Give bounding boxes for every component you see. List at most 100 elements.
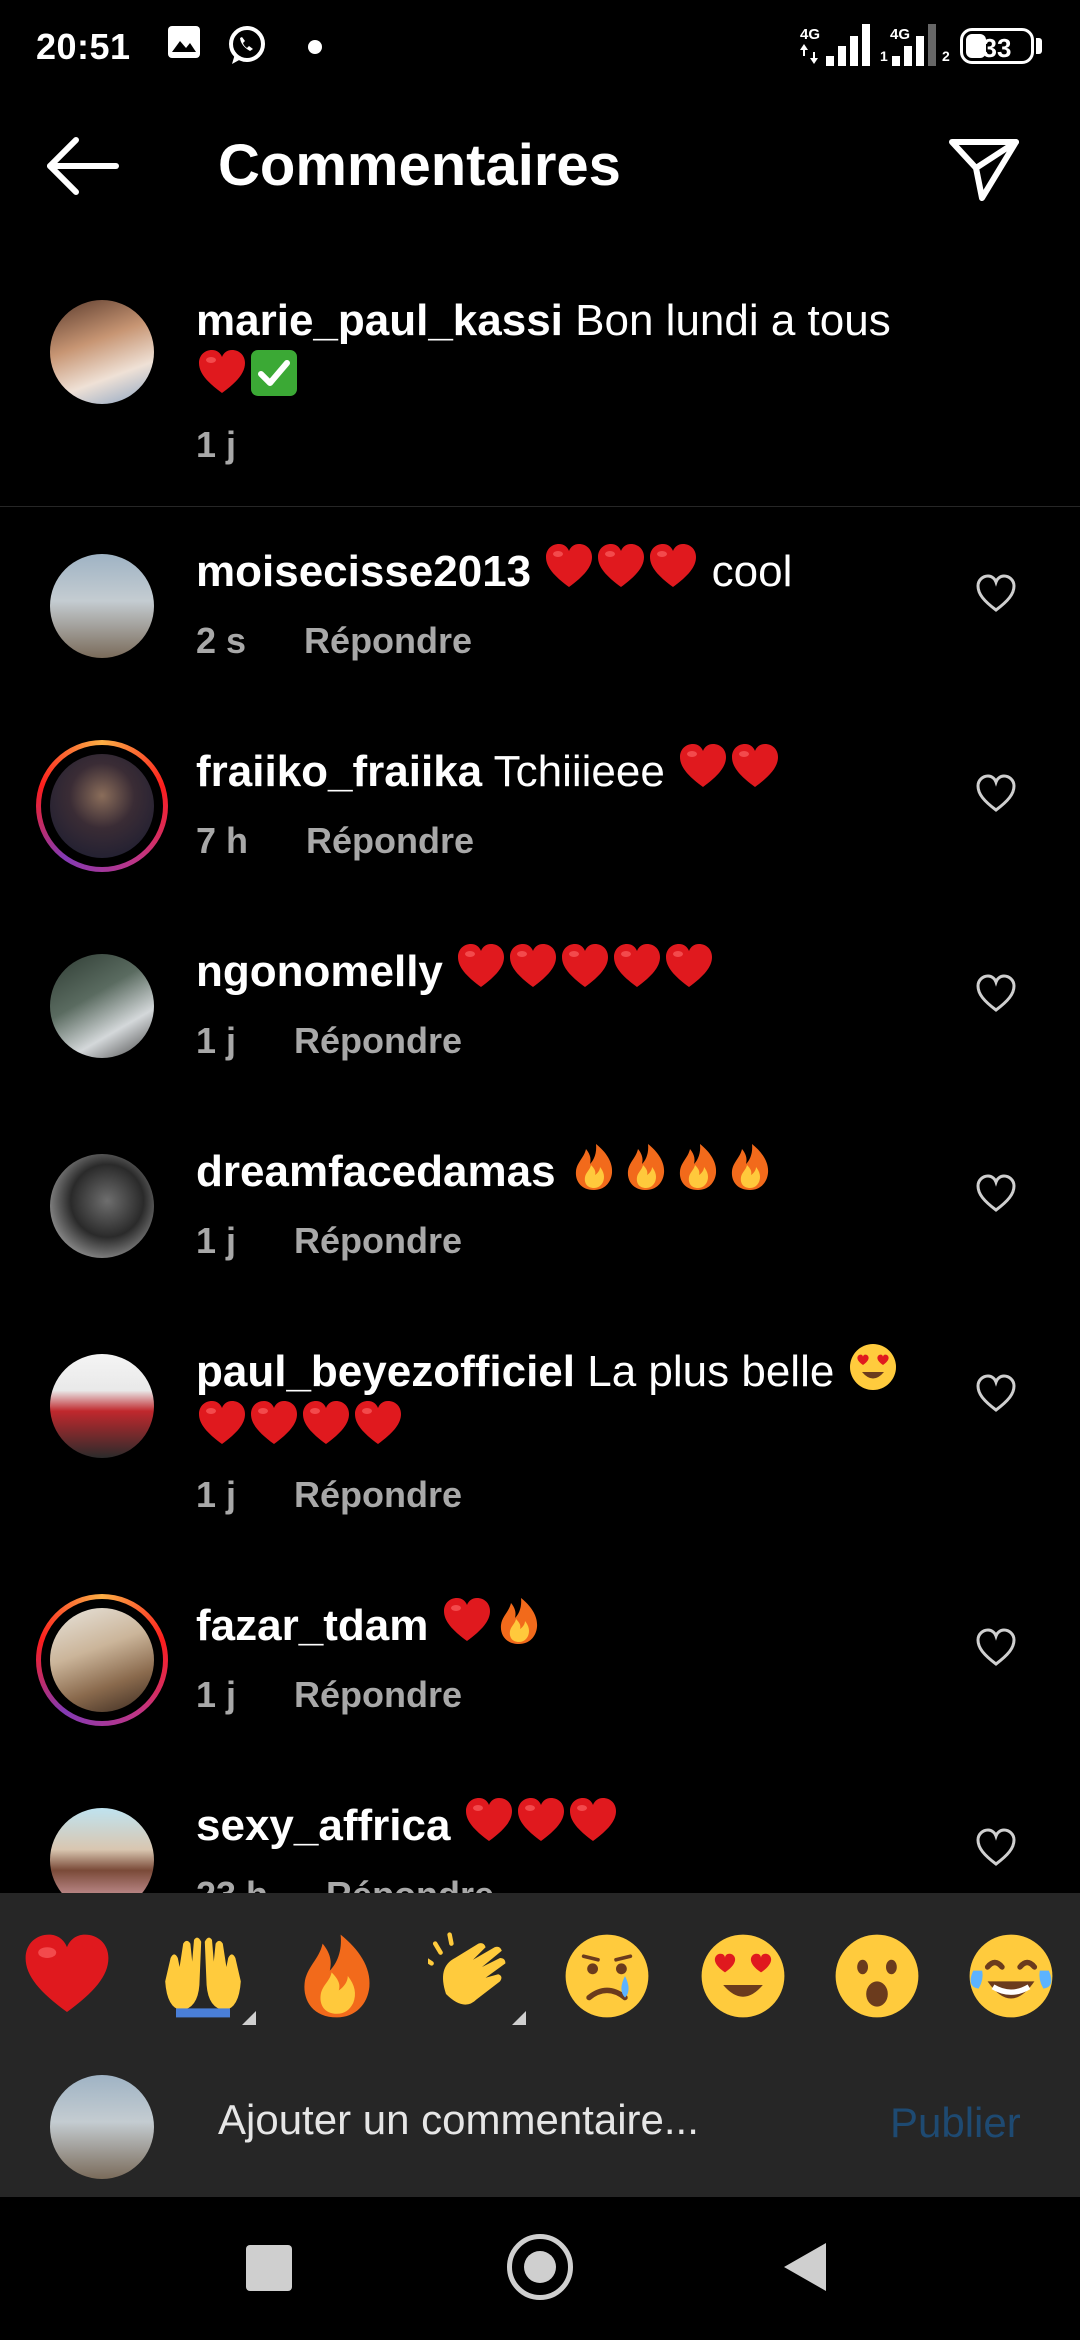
recent-apps-icon[interactable] — [246, 2245, 292, 2291]
comment-item: moisecisse2013 cool 2 s Répondre — [0, 532, 1080, 712]
heart-emoji-icon — [648, 542, 698, 592]
username[interactable]: ngonomelly — [196, 947, 443, 996]
fire-emoji-icon — [725, 1142, 775, 1192]
avatar[interactable] — [50, 1608, 154, 1712]
heart-emoji-icon — [730, 742, 780, 792]
heart-emoji-icon — [353, 1399, 403, 1449]
username[interactable]: fazar_tdam — [196, 1601, 428, 1650]
comment-time: 2 s — [196, 620, 247, 661]
battery-nub — [1036, 38, 1042, 54]
username[interactable]: marie_paul_kassi — [196, 296, 563, 345]
caption-text-block: marie_paul_kassi Bon lundi a tous — [196, 294, 916, 405]
comment-time: 23 h — [196, 1874, 268, 1893]
comment-text-block: fraiiko_fraiika Tchiiieee — [196, 742, 916, 799]
like-heart-icon[interactable] — [974, 1626, 1018, 1670]
heart-emoji-icon — [442, 1596, 492, 1646]
fire-emoji-icon — [494, 1596, 544, 1646]
comment-text-block: moisecisse2013 cool — [196, 542, 916, 599]
reply-button[interactable]: Répondre — [294, 1020, 462, 1061]
paper-plane-icon[interactable] — [944, 128, 1024, 208]
clapping-hands-reaction-icon[interactable] — [428, 1931, 518, 2021]
avatar[interactable] — [50, 754, 154, 858]
status-bar: 20:51 4G 1 4G 2 33 — [0, 0, 1080, 96]
fire-emoji-icon — [621, 1142, 671, 1192]
like-heart-icon[interactable] — [974, 972, 1018, 1016]
heart-emoji-icon — [197, 1399, 247, 1449]
comment-text-block: sexy_affrica — [196, 1796, 916, 1853]
fire-emoji-icon — [673, 1142, 723, 1192]
comment-meta: 1 j Répondre — [196, 1474, 462, 1516]
tears-of-joy-reaction-icon[interactable] — [966, 1931, 1056, 2021]
username[interactable]: moisecisse2013 — [196, 547, 531, 596]
avatar[interactable] — [50, 300, 154, 404]
skin-tone-indicator — [512, 2011, 526, 2025]
like-heart-icon[interactable] — [974, 1372, 1018, 1416]
network-type-1: 4G — [800, 26, 821, 43]
heart-emoji-icon — [464, 1796, 514, 1846]
comment-input[interactable] — [216, 2095, 840, 2145]
avatar[interactable] — [50, 1808, 154, 1893]
check-emoji-icon — [249, 348, 299, 398]
whatsapp-icon — [229, 26, 265, 64]
comment-text: La plus belle — [587, 1347, 835, 1396]
comment-text: cool — [711, 547, 793, 596]
fire-emoji-icon — [569, 1142, 619, 1192]
heart-emoji-icon — [508, 942, 558, 992]
avatar[interactable] — [50, 1154, 154, 1258]
sim-2-label: 2 — [942, 48, 950, 64]
like-heart-icon[interactable] — [974, 772, 1018, 816]
comment-text-block: dreamfacedamas — [196, 1142, 916, 1199]
comment-list[interactable]: moisecisse2013 cool 2 s Répondre fraiiko_… — [0, 507, 1080, 1893]
reply-button[interactable]: Répondre — [304, 620, 472, 661]
header: Commentaires — [0, 96, 1080, 236]
arrow-left-icon[interactable] — [40, 132, 124, 200]
avatar[interactable] — [50, 954, 154, 1058]
reply-button[interactable]: Répondre — [294, 1474, 462, 1515]
heart-reaction-icon[interactable] — [22, 1931, 112, 2021]
username[interactable]: dreamfacedamas — [196, 1147, 556, 1196]
heart-emoji-icon — [678, 742, 728, 792]
comment-item: dreamfacedamas 1 j Répondre — [0, 1132, 1080, 1312]
username[interactable]: sexy_affrica — [196, 1801, 450, 1850]
like-heart-icon[interactable] — [974, 1172, 1018, 1216]
avatar[interactable] — [50, 554, 154, 658]
signal-icon-1 — [826, 24, 870, 66]
reply-button[interactable]: Répondre — [294, 1220, 462, 1261]
heart-emoji-icon — [249, 1399, 299, 1449]
heart-emoji-icon — [301, 1399, 351, 1449]
publish-button[interactable]: Publier — [890, 2099, 1021, 2147]
username[interactable]: paul_beyezofficiel — [196, 1347, 575, 1396]
comment-item: ngonomelly 1 j Répondre — [0, 932, 1080, 1112]
raised-hands-reaction-icon[interactable] — [158, 1931, 248, 2021]
story-ring[interactable] — [36, 740, 168, 872]
image-icon — [168, 26, 200, 58]
crying-face-reaction-icon[interactable] — [562, 1931, 652, 2021]
comment-time: 1 j — [196, 1020, 237, 1061]
reply-button[interactable]: Répondre — [306, 820, 474, 861]
heart-eyes-reaction-icon[interactable] — [698, 1931, 788, 2021]
comment-time: 1 j — [196, 1474, 237, 1515]
reply-button[interactable]: Répondre — [294, 1674, 462, 1715]
status-time: 20:51 — [36, 26, 131, 67]
fire-reaction-icon[interactable] — [292, 1931, 382, 2021]
heart-emoji-icon — [456, 942, 506, 992]
caption-time: 1 j — [196, 424, 237, 465]
comment-meta: 23 h Répondre — [196, 1874, 494, 1893]
avatar[interactable] — [50, 1354, 154, 1458]
surprised-face-reaction-icon[interactable] — [832, 1931, 922, 2021]
comment-meta: 1 j Répondre — [196, 1220, 462, 1262]
heart-emoji-icon — [197, 348, 247, 398]
heart-emoji-icon — [596, 542, 646, 592]
heart-emoji-icon — [560, 942, 610, 992]
page-title: Commentaires — [218, 133, 621, 198]
comment-item: paul_beyezofficiel La plus belle 1 j Répo… — [0, 1332, 1080, 1567]
username[interactable]: fraiiko_fraiika — [196, 747, 482, 796]
like-heart-icon[interactable] — [974, 572, 1018, 616]
reply-button[interactable]: Répondre — [326, 1874, 494, 1893]
comment-item: sexy_affrica 23 h Répondre — [0, 1786, 1080, 1893]
home-icon[interactable] — [507, 2234, 573, 2300]
comment-time: 7 h — [196, 820, 249, 861]
like-heart-icon[interactable] — [974, 1826, 1018, 1870]
back-triangle-icon[interactable] — [784, 2243, 826, 2291]
story-ring[interactable] — [36, 1594, 168, 1726]
